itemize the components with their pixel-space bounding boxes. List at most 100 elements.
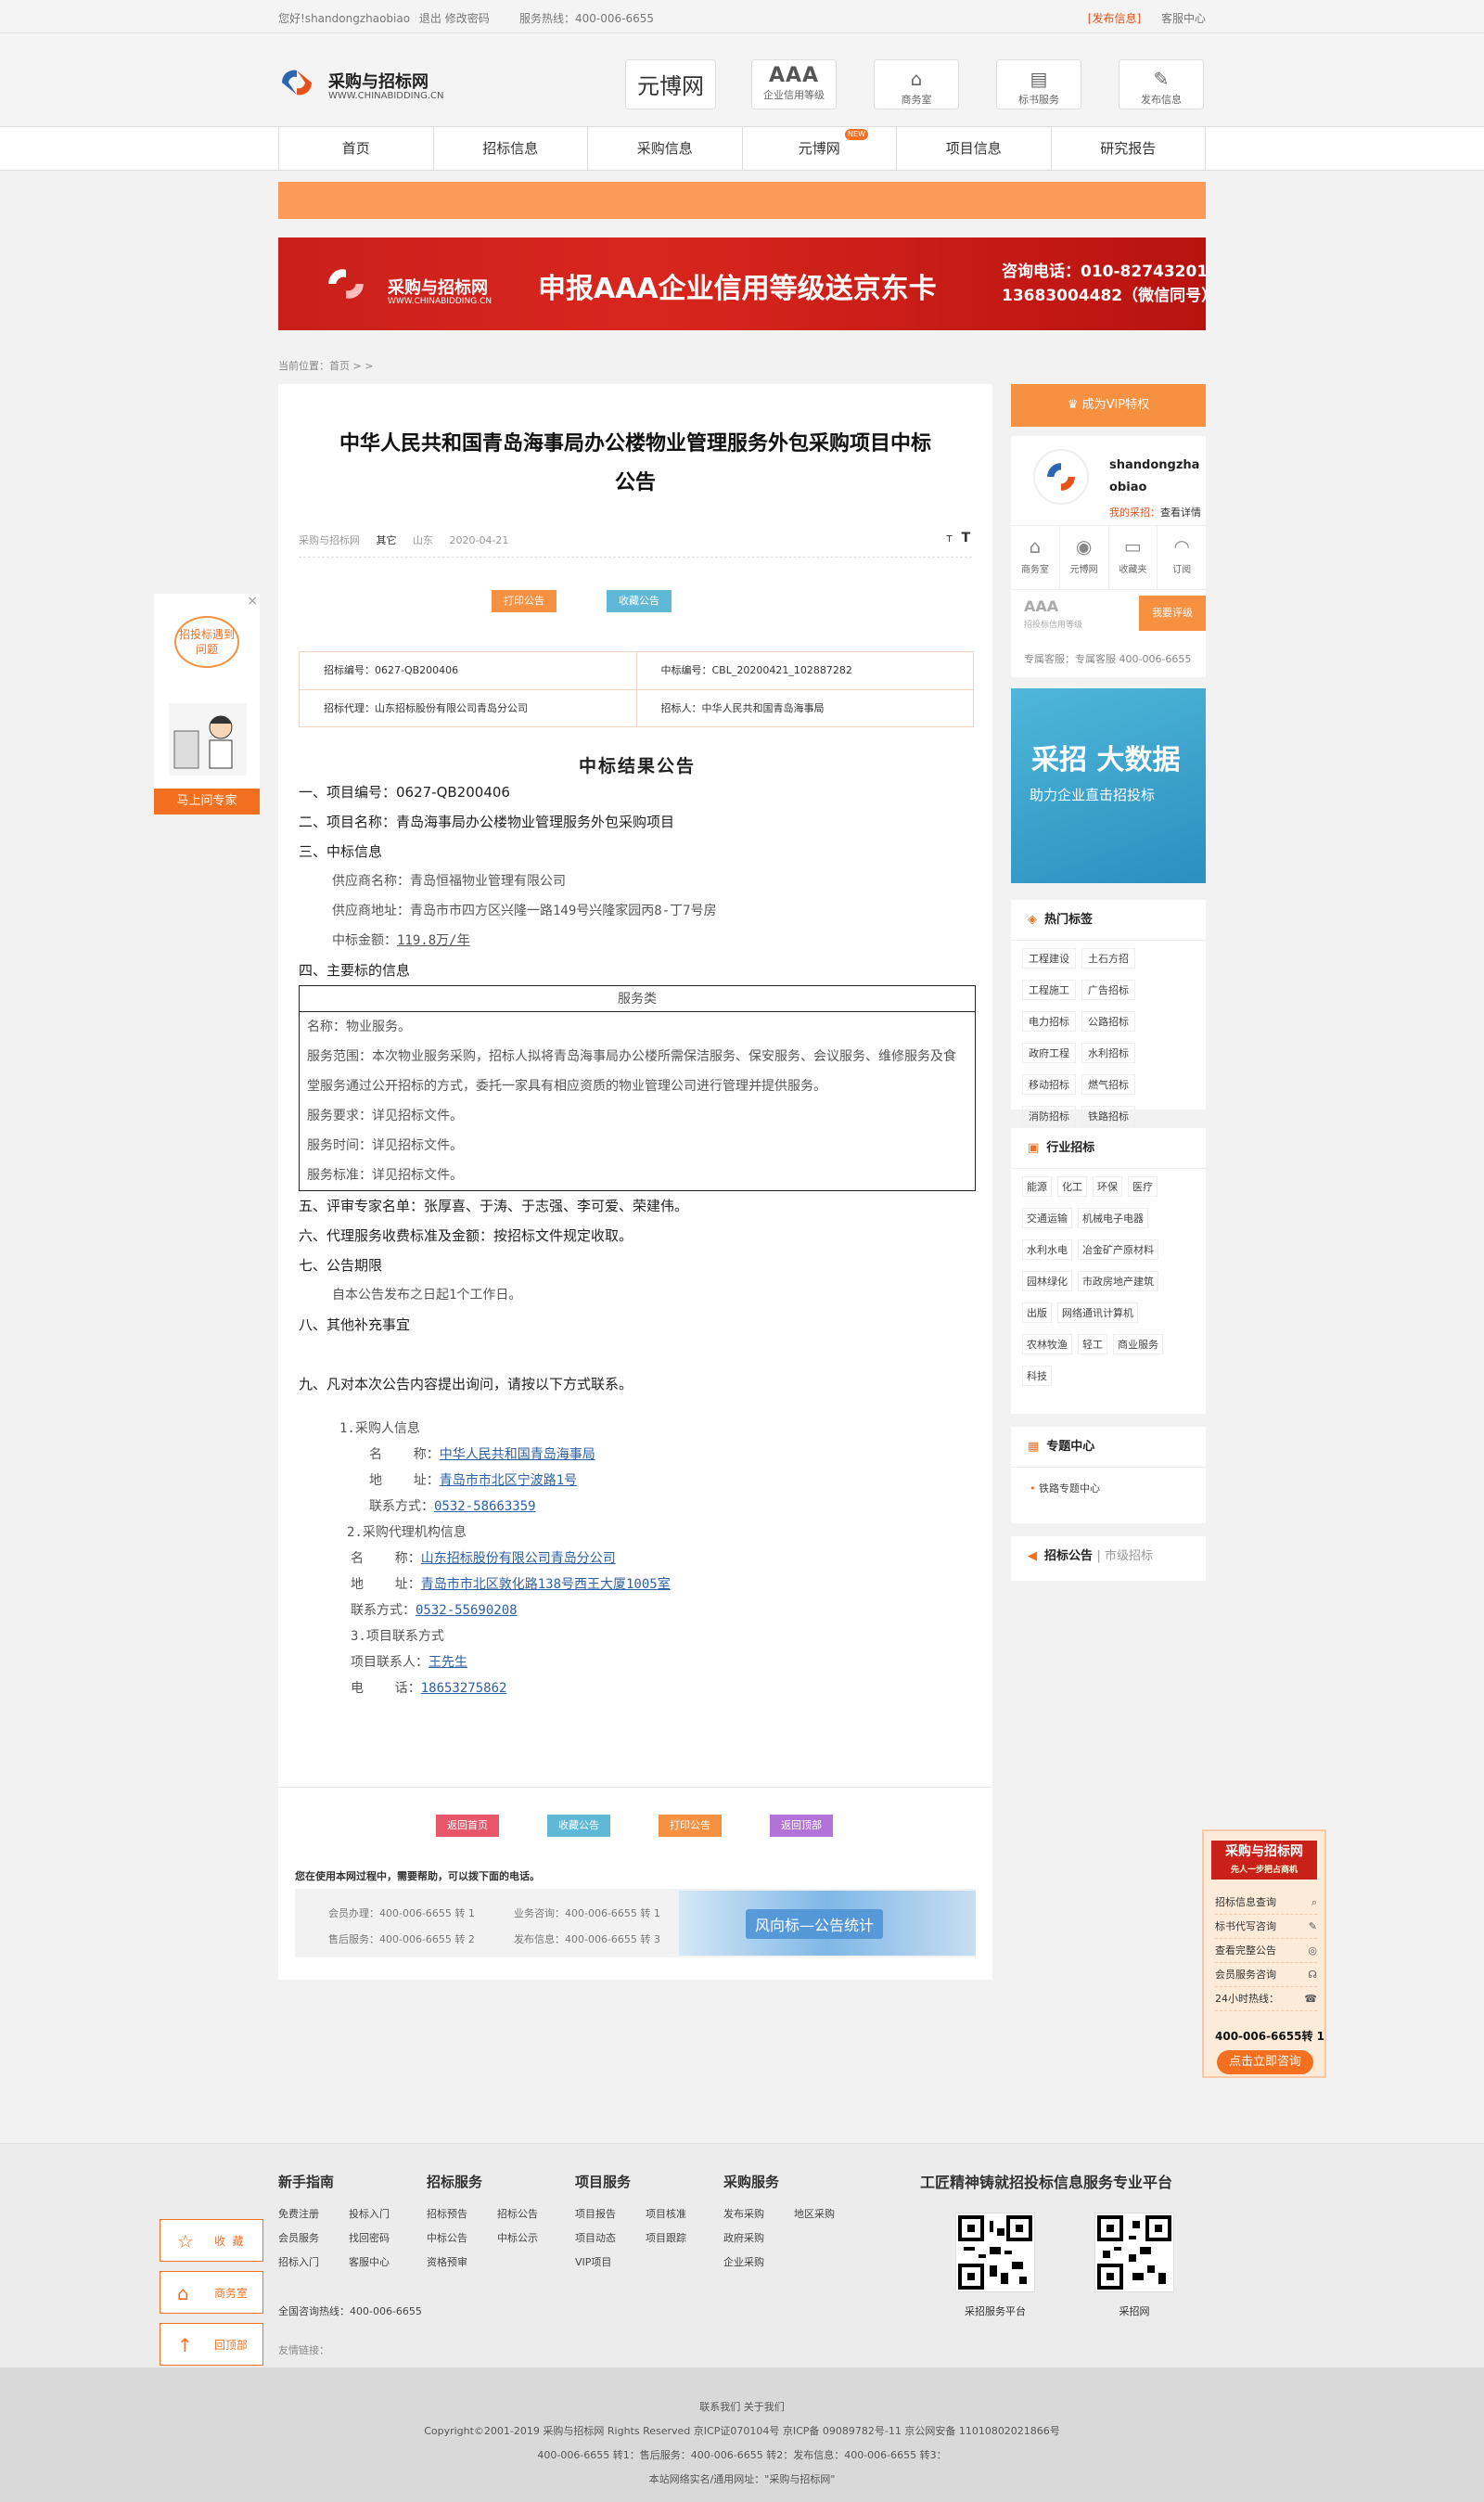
footer-link[interactable]: 客服中心	[349, 2254, 419, 2269]
bigdata-ad[interactable]: 采招 大数据 助力企业直击招投标	[1011, 688, 1206, 883]
print-button[interactable]: 打印公告	[492, 590, 556, 612]
consult-item[interactable]: 会员服务咨询 ☊	[1215, 1963, 1317, 1987]
about-links[interactable]: 联系我们 关于我们	[0, 2395, 1484, 2419]
tag-item[interactable]: 农林牧渔	[1022, 1334, 1072, 1354]
consult-item[interactable]: 查看完整公告 ◎	[1215, 1939, 1317, 1963]
shortcut-favorites[interactable]: ▭ 收藏夹	[1109, 526, 1158, 589]
change-password-link[interactable]: 修改密码	[445, 12, 490, 25]
close-icon[interactable]: ×	[247, 594, 258, 609]
tag-item[interactable]: 水利招标	[1081, 1043, 1135, 1063]
tag-item[interactable]: 医疗	[1128, 1176, 1158, 1197]
nav-item-tender[interactable]: 招标信息	[434, 127, 588, 170]
tag-item[interactable]: 铁路招标	[1081, 1106, 1135, 1126]
tag-item[interactable]: 轻工	[1078, 1334, 1107, 1354]
shortcut-yuanbo[interactable]: ◉ 元博网	[1060, 526, 1109, 589]
footer-link[interactable]: 企业采购	[723, 2254, 794, 2269]
ad-bar[interactable]	[278, 182, 1206, 219]
footer-link[interactable]: 地区采购	[794, 2206, 864, 2221]
service-center-link[interactable]: 客服中心	[1161, 12, 1206, 25]
tag-item[interactable]: 电力招标	[1022, 1011, 1076, 1032]
business-room-button[interactable]: ⌂ 商务室	[874, 59, 959, 109]
tag-item[interactable]: 化工	[1057, 1176, 1087, 1197]
footer-link[interactable]: 会员服务	[278, 2230, 349, 2245]
tag-item[interactable]: 水利水电	[1022, 1239, 1072, 1260]
topic-item[interactable]: • 铁路专题中心	[1011, 1468, 1206, 1495]
meta-source[interactable]: 采购与招标网	[299, 534, 360, 546]
footer-link[interactable]: 招标入门	[278, 2254, 349, 2269]
print-bottom-button[interactable]: 打印公告	[659, 1815, 722, 1837]
tag-item[interactable]: 土石方招	[1081, 948, 1135, 969]
tag-item[interactable]: 交通运输	[1022, 1208, 1072, 1228]
logout-link[interactable]: 退出	[419, 12, 441, 25]
footer-link[interactable]: 项目报告	[575, 2206, 646, 2221]
tag-item[interactable]: 广告招标	[1081, 980, 1135, 1000]
tag-item[interactable]: 工程施工	[1022, 980, 1076, 1000]
nav-item-report[interactable]: 研究报告	[1052, 127, 1206, 170]
back-to-top-button[interactable]: 返回顶部	[770, 1815, 833, 1837]
tag-item[interactable]: 消防招标	[1022, 1106, 1076, 1126]
view-details-link[interactable]: 查看详情	[1160, 507, 1201, 519]
nav-item-project[interactable]: 项目信息	[897, 127, 1052, 170]
tag-item[interactable]: 商业服务	[1113, 1334, 1163, 1354]
avatar[interactable]	[1033, 449, 1089, 505]
footer-link[interactable]: 政府采购	[723, 2230, 794, 2245]
footer-link[interactable]: 找回密码	[349, 2230, 419, 2245]
consult-item[interactable]: 标书代写咨询 ✎	[1215, 1915, 1317, 1939]
publish-info-link[interactable]: [发布信息]	[1088, 12, 1141, 25]
tag-item[interactable]: 燃气招标	[1081, 1074, 1135, 1095]
footer-link[interactable]: VIP项目	[575, 2254, 646, 2269]
tag-item[interactable]: 园林绿化	[1022, 1271, 1072, 1291]
back-home-button[interactable]: 返回首页	[436, 1815, 499, 1837]
footer-link[interactable]: 发布采购	[723, 2206, 794, 2221]
tag-item[interactable]: 冶金矿产原材料	[1078, 1239, 1158, 1260]
consult-now-button[interactable]: 点击立即咨询	[1217, 2050, 1313, 2074]
yuanbo-button[interactable]: 元博网	[625, 59, 716, 109]
tag-item[interactable]: 市政房地产建筑	[1078, 1271, 1158, 1291]
tag-item[interactable]: 政府工程	[1022, 1043, 1076, 1063]
font-big-button[interactable]: T	[961, 531, 970, 545]
nav-item-yuanbo[interactable]: 元博网 NEW	[743, 127, 897, 170]
ask-expert-button[interactable]: 马上问专家	[154, 789, 260, 815]
favorite-bottom-button[interactable]: 收藏公告	[547, 1815, 610, 1837]
tag-item[interactable]: 科技	[1022, 1366, 1052, 1386]
footer-link[interactable]: 中标公示	[497, 2230, 568, 2245]
tag-item[interactable]: 公路招标	[1081, 1011, 1135, 1032]
nav-item-procurement[interactable]: 采购信息	[588, 127, 743, 170]
tag-item[interactable]: 移动招标	[1022, 1074, 1076, 1095]
footer-link[interactable]: 招标预告	[427, 2206, 497, 2221]
consult-item[interactable]: 招标信息查询 ⌕	[1215, 1891, 1317, 1915]
tag-item[interactable]: 网络通讯计算机	[1057, 1302, 1138, 1323]
become-vip-button[interactable]: ♛ 成为VIP特权	[1011, 384, 1206, 427]
favorite-button[interactable]: 收藏公告	[607, 590, 672, 612]
footer-link[interactable]: 中标公告	[427, 2230, 497, 2245]
favorite-float-button[interactable]: ☆ 收 藏	[160, 2219, 263, 2262]
footer-link[interactable]: 项目动态	[575, 2230, 646, 2245]
ask-expert-float[interactable]: × 招投标遇到问题 马上问专家	[154, 594, 260, 815]
tag-item[interactable]: 能源	[1022, 1176, 1052, 1197]
tag-item[interactable]: 环保	[1093, 1176, 1122, 1197]
footer-link[interactable]: 免费注册	[278, 2206, 349, 2221]
notice-label[interactable]: 招标公告	[1044, 1549, 1093, 1563]
footer-link[interactable]: 资格预审	[427, 2254, 497, 2269]
shortcut-business-room[interactable]: ⌂ 商务室	[1011, 526, 1060, 589]
tag-item[interactable]: 工程建设	[1022, 948, 1076, 969]
nav-item-home[interactable]: 首页	[279, 127, 434, 170]
announcement-stats-banner[interactable]: 风向标—公告统计	[679, 1891, 976, 1956]
publish-button[interactable]: ✎ 发布信息	[1119, 59, 1204, 109]
tag-item[interactable]: 机械电子电器	[1078, 1208, 1148, 1228]
aaa-promo-banner[interactable]: 采购与招标网 WWW.CHINABIDDING.CN 申报AAA企业信用等级送京…	[278, 237, 1206, 330]
business-room-float-button[interactable]: ⌂ 商务室	[160, 2271, 263, 2314]
apply-rating-button[interactable]: 我要评级	[1139, 596, 1206, 631]
shortcut-subscribe[interactable]: ◠ 订阅	[1158, 526, 1206, 589]
footer-link[interactable]: 投标入门	[349, 2206, 419, 2221]
footer-link[interactable]: 招标公告	[497, 2206, 568, 2221]
footer-link[interactable]: 项目跟踪	[646, 2230, 716, 2245]
tag-item[interactable]: 出版	[1022, 1302, 1052, 1323]
back-to-top-float-button[interactable]: ↑ 回顶部	[160, 2323, 263, 2366]
aaa-credit-button[interactable]: AAA 企业信用等级	[751, 59, 837, 109]
font-small-button[interactable]: T	[947, 534, 953, 545]
notice-sub[interactable]: | 市级招标	[1097, 1549, 1154, 1563]
breadcrumb[interactable]: 当前位置：首页 > >	[278, 358, 373, 373]
bid-doc-service-button[interactable]: ▤ 标书服务	[996, 59, 1081, 109]
footer-link[interactable]: 项目核准	[646, 2206, 716, 2221]
